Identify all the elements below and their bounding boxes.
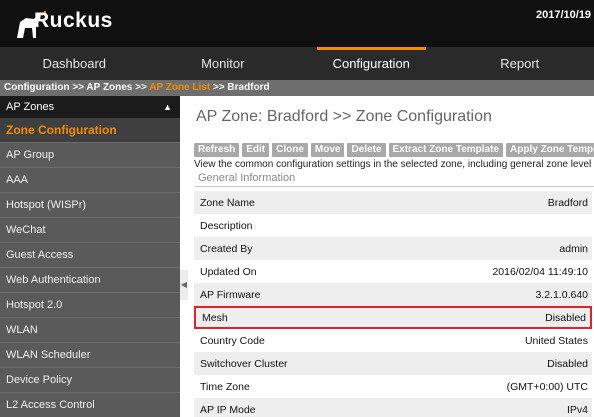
row-label: Created By [200, 242, 253, 255]
page-description: View the common configuration settings i… [194, 159, 594, 170]
row-value: 3.2.1.0.640 [535, 288, 588, 301]
sidebar-item-guest-access[interactable]: Guest Access [0, 243, 180, 268]
sidebar-collapse-icon[interactable]: ◀ [180, 270, 188, 300]
nav-label: Configuration [332, 56, 410, 71]
main-nav: Dashboard Monitor Configuration Report [0, 47, 594, 80]
sidebar-item-web-authentication[interactable]: Web Authentication [0, 268, 180, 293]
table-row: Time Zone (GMT+0:00) UTC [194, 375, 592, 398]
section-divider [194, 186, 594, 187]
row-label: Zone Name [200, 196, 255, 209]
section-title: General Information [198, 172, 296, 184]
breadcrumb: Configuration >> AP Zones >> AP Zone Lis… [0, 80, 594, 96]
row-label: Updated On [200, 265, 257, 278]
sidebar-item-zone-configuration[interactable]: Zone Configuration [0, 118, 180, 143]
breadcrumb-link-zone-list[interactable]: AP Zone List [149, 82, 210, 93]
sidebar-item-l2-access-control[interactable]: L2 Access Control [0, 393, 180, 417]
sidebar-item-hotspot-2[interactable]: Hotspot 2.0 [0, 293, 180, 318]
table-row: Created By admin [194, 237, 592, 260]
row-label: Country Code [200, 334, 265, 347]
sidebar-item-wlan[interactable]: WLAN [0, 318, 180, 343]
nav-label: Monitor [201, 56, 245, 71]
move-button[interactable]: Move [310, 143, 345, 157]
nav-report[interactable]: Report [446, 47, 594, 80]
row-value: admin [559, 242, 588, 255]
table-row: Zone Name Bradford [194, 191, 592, 214]
row-value: 2016/02/04 11:49:10 [492, 265, 588, 278]
sidebar-item-aaa[interactable]: AAA [0, 168, 180, 193]
row-value: (GMT+0:00) UTC [506, 380, 588, 393]
row-value: Disabled [547, 357, 588, 370]
row-label: Description [200, 219, 253, 232]
page-title: AP Zone: Bradford >> Zone Configuration [196, 108, 492, 125]
breadcrumb-current: >> Bradford [210, 82, 270, 93]
row-label: AP Firmware [200, 288, 261, 301]
table-row: Description [194, 214, 592, 237]
row-label: Switchover Cluster [200, 357, 288, 370]
row-label: Time Zone [200, 380, 250, 393]
brand-name: Ruckus [34, 9, 113, 32]
extract-zone-template-button[interactable]: Extract Zone Template [388, 143, 504, 157]
sidebar: AP Zones ▲ Zone Configuration AP Group A… [0, 96, 180, 417]
apply-zone-template-button[interactable]: Apply Zone Template [506, 143, 594, 157]
sidebar-item-wlan-scheduler[interactable]: WLAN Scheduler [0, 343, 180, 368]
row-value: IPv4 [566, 403, 588, 416]
sidebar-item-ap-group[interactable]: AP Group [0, 143, 180, 168]
main-content: AP Zone: Bradford >> Zone Configuration … [188, 96, 594, 417]
table-row: Country Code United States [194, 329, 592, 352]
caret-up-icon[interactable]: ▲ [163, 96, 172, 118]
delete-button[interactable]: Delete [347, 143, 386, 157]
nav-configuration[interactable]: Configuration [297, 47, 446, 80]
header-datetime: 2017/10/19 [536, 9, 592, 21]
table-row: Switchover Cluster Disabled [194, 352, 592, 375]
top-header: Ruckus 2017/10/19 [0, 0, 594, 47]
sidebar-item-device-policy[interactable]: Device Policy [0, 368, 180, 393]
general-info-table: Zone Name Bradford Description Created B… [194, 191, 592, 417]
table-row: Updated On 2016/02/04 11:49:10 [194, 260, 592, 283]
refresh-button[interactable]: Refresh [194, 143, 240, 157]
nav-monitor[interactable]: Monitor [149, 47, 298, 80]
table-row-mesh-highlighted: Mesh Disabled [194, 306, 592, 329]
nav-label: Report [500, 56, 540, 71]
toolbar: Refresh Edit Clone Move Delete Extract Z… [194, 143, 594, 157]
edit-button[interactable]: Edit [242, 143, 270, 157]
breadcrumb-path: Configuration >> AP Zones >> [4, 82, 150, 93]
sidebar-item-hotspot-wispr[interactable]: Hotspot (WISPr) [0, 193, 180, 218]
nav-label: Dashboard [42, 56, 107, 71]
sidebar-header-label: AP Zones [6, 101, 55, 113]
table-row: AP Firmware 3.2.1.0.640 [194, 283, 592, 306]
sidebar-item-wechat[interactable]: WeChat [0, 218, 180, 243]
table-row: AP IP Mode IPv4 [194, 398, 592, 417]
clone-button[interactable]: Clone [272, 143, 308, 157]
row-value: Bradford [547, 196, 588, 209]
sidebar-header[interactable]: AP Zones ▲ [0, 96, 180, 118]
row-value: United States [524, 334, 588, 347]
row-value: Disabled [545, 311, 586, 324]
nav-dashboard[interactable]: Dashboard [0, 47, 149, 80]
row-label: AP IP Mode [200, 403, 256, 416]
row-label: Mesh [202, 311, 228, 324]
